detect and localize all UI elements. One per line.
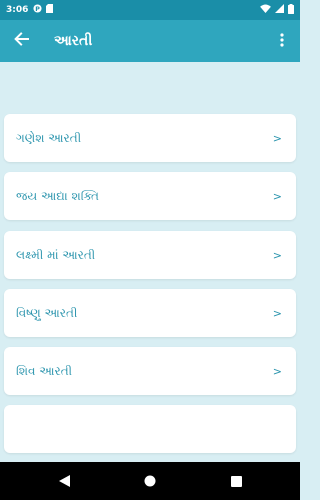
nav-recents-button[interactable] [193,462,279,500]
list-item-label: વિષ્ણુ આરતી [16,305,78,320]
battery-icon [288,3,294,17]
triangle-back-icon [58,472,70,491]
list-item-label: લક્ષ્મી માં આરતી [16,247,96,262]
list-item-label: જય આદ્યા શક્તિ [16,188,100,203]
list-item-label: શિવ આરતી [16,363,73,378]
chevron-right-icon: > [272,248,282,262]
status-icons [260,3,294,17]
nav-back-button[interactable] [21,462,107,500]
nav-home-button[interactable] [107,462,193,500]
chevron-right-icon: > [272,189,282,203]
chevron-right-icon: > [272,306,282,320]
status-time: 3:06 [6,5,29,15]
list-item[interactable]: વિષ્ણુ આરતી > [4,289,296,337]
circle-home-icon [144,472,156,491]
signal-icon [275,4,284,16]
list-item[interactable]: લક્ષ્મી માં આરતી > [4,231,296,279]
list-item-label: ગણેશ આરતી [16,130,82,145]
svg-text:P: P [36,6,41,13]
app-bar: આરતી [0,20,300,62]
list-item-partial[interactable] [4,405,296,453]
chevron-right-icon: > [272,364,282,378]
arrow-left-icon [14,31,30,51]
overflow-menu-button[interactable] [274,29,290,53]
list-item[interactable]: જય આદ્યા શક્તિ > [4,172,296,220]
square-recents-icon [230,472,242,491]
sd-card-icon [46,4,54,16]
chevron-right-icon: > [272,131,282,145]
list-item[interactable]: ગણેશ આરતી > [4,114,296,162]
more-vert-icon [280,32,284,51]
list-item[interactable]: શિવ આરતી > [4,347,296,395]
back-button[interactable] [10,29,34,53]
page-title: આરતી [54,33,93,49]
aarti-list: ગણેશ આરતી > જય આદ્યા શક્તિ > લક્ષ્મી માં… [0,62,300,462]
notification-icon: P [33,4,42,16]
wifi-icon [260,4,271,16]
system-nav-bar [0,462,300,500]
status-bar: 3:06 P [0,0,300,20]
